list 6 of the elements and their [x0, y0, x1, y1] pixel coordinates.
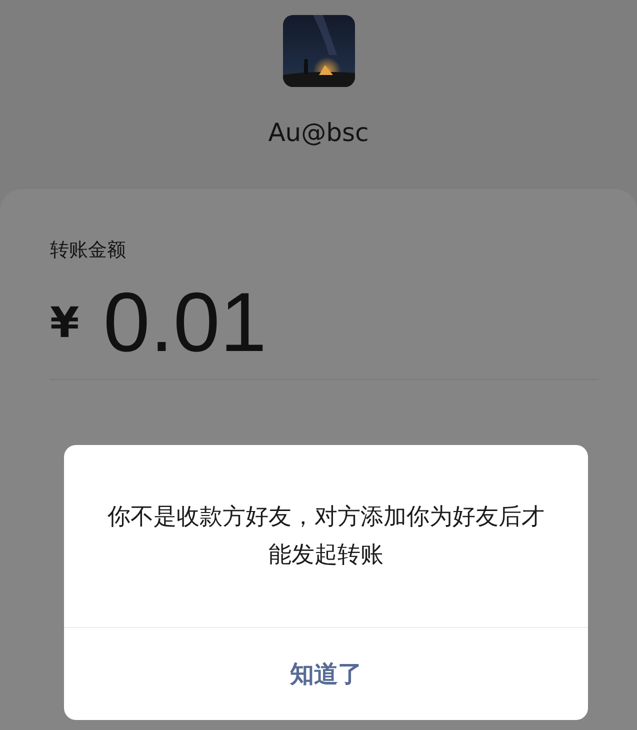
- payee-name: Au@bsc: [268, 117, 369, 149]
- currency-symbol: ¥: [50, 298, 80, 346]
- amount-value: 0.01: [103, 277, 267, 367]
- confirm-button[interactable]: 知道了: [270, 650, 382, 698]
- dialog-message: 你不是收款方好友，对方添加你为好友后才能发起转账: [106, 503, 546, 570]
- amount-label: 转账金额: [50, 238, 127, 263]
